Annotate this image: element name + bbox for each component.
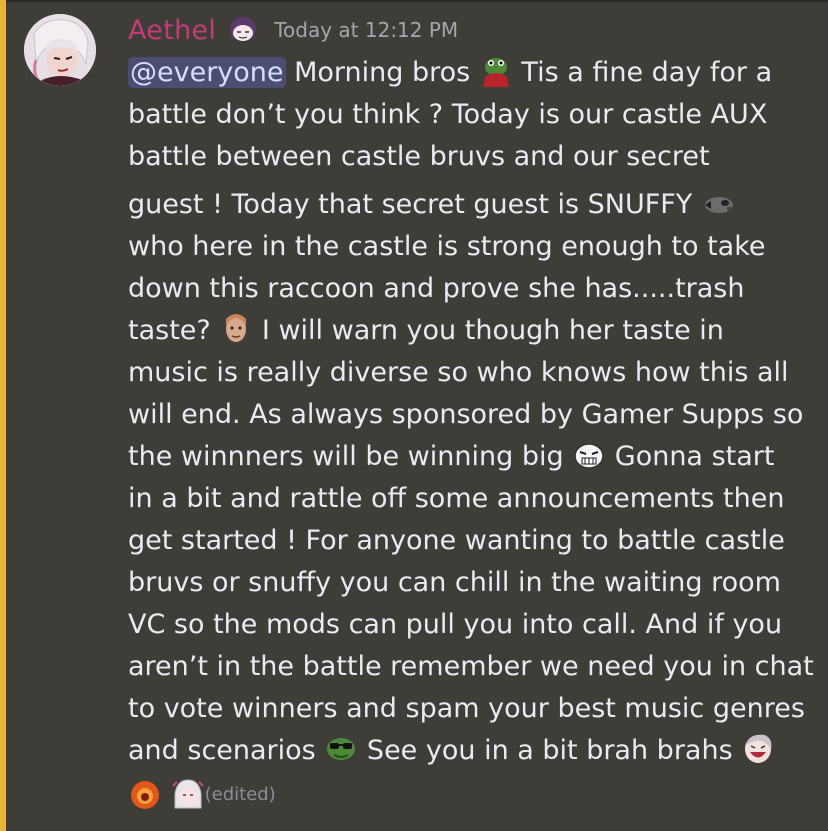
message-line: down this raccoon and prove she has.....… bbox=[128, 273, 745, 304]
message-text: guest ! Today that secret guest is SNUFF… bbox=[128, 189, 701, 220]
message-line: who here in the castle is strong enough … bbox=[128, 231, 766, 262]
frog-emoji-icon[interactable] bbox=[479, 55, 513, 87]
message-text: taste? bbox=[128, 315, 220, 346]
message-text: I will warn you though her taste in bbox=[253, 315, 724, 346]
message-line: guest ! Today that secret guest is SNUFF… bbox=[128, 184, 818, 226]
message-line: taste? I will warn you though her taste … bbox=[128, 310, 818, 352]
message-line: battle don’t you think ? Today is our ca… bbox=[128, 99, 768, 130]
face-emoji-icon[interactable] bbox=[219, 313, 253, 345]
message-line: to vote winners and spam your best music… bbox=[128, 693, 805, 724]
edited-label: (edited) bbox=[204, 784, 276, 805]
message-line-1: @everyone Morning bros Tis a fine day fo… bbox=[128, 52, 818, 94]
message-text: the winnners will be winning big bbox=[128, 441, 573, 472]
cool-frog-emoji-icon[interactable] bbox=[324, 733, 358, 765]
message-text: See you in a bit brah brahs bbox=[358, 735, 742, 766]
message-header: Aethel Today at 12:12 PM bbox=[128, 10, 458, 50]
message-line: the winnners will be winning big Gonna s… bbox=[128, 436, 818, 478]
message-line: (edited) bbox=[128, 774, 818, 817]
message-line: battle between castle bruvs and our secr… bbox=[128, 141, 710, 172]
anime-emoji-icon[interactable] bbox=[171, 778, 205, 810]
message-line: in a bit and rattle off some announcemen… bbox=[128, 483, 785, 514]
role-icon[interactable] bbox=[226, 15, 260, 45]
message-text: Tis a fine day for a bbox=[512, 57, 773, 88]
message-line: music is really diverse so who knows how… bbox=[128, 357, 789, 388]
timestamp: Today at 12:12 PM bbox=[274, 18, 459, 42]
message-text: and scenarios bbox=[128, 735, 325, 766]
message-line: and scenarios See you in a bit brah brah… bbox=[128, 730, 818, 772]
message-text: Morning bros bbox=[285, 57, 479, 88]
grimace-emoji-icon[interactable] bbox=[572, 439, 606, 471]
message-line: get started ! For anyone wanting to batt… bbox=[128, 525, 785, 556]
laughing-emoji-icon[interactable] bbox=[741, 733, 775, 765]
message-content: @everyone Morning bros Tis a fine day fo… bbox=[128, 52, 818, 817]
username[interactable]: Aethel bbox=[128, 15, 216, 46]
top-border bbox=[0, 0, 828, 2]
message-line: bruvs or snuffy you can chill in the wai… bbox=[128, 567, 781, 598]
mention-highlight-bar bbox=[0, 0, 6, 831]
avatar[interactable] bbox=[24, 14, 96, 86]
everyone-mention[interactable]: @everyone bbox=[128, 57, 286, 88]
message-line: will end. As always sponsored by Gamer S… bbox=[128, 399, 804, 430]
message-text: Gonna start bbox=[606, 441, 775, 472]
message-line: VC so the mods can pull you into call. A… bbox=[128, 609, 783, 640]
raccoon-emoji-icon[interactable] bbox=[701, 187, 735, 219]
fire-emoji-icon[interactable] bbox=[128, 778, 162, 810]
message-line: aren’t in the battle remember we need yo… bbox=[128, 651, 814, 682]
